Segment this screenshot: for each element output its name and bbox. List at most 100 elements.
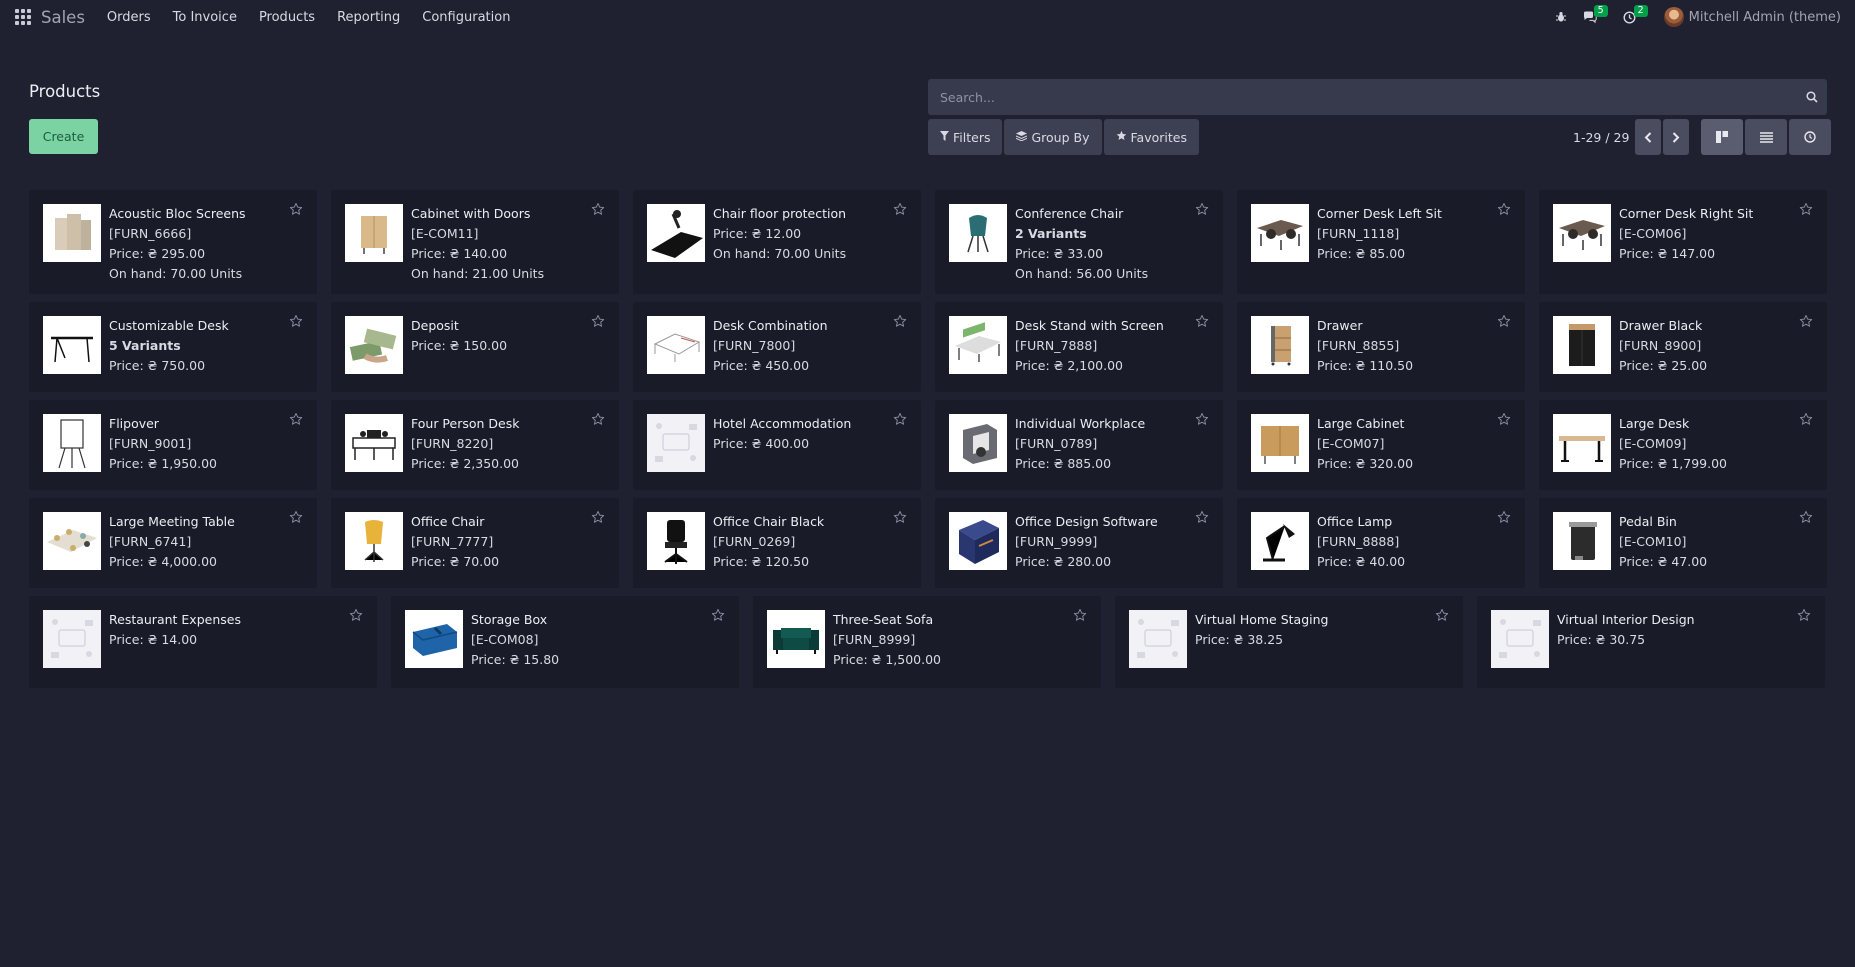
product-card[interactable]: Drawer Black [FURN_8900] Price: ₴ 25.00 [1539, 302, 1827, 392]
app-brand[interactable]: Sales [41, 8, 85, 27]
favorites-button[interactable]: Favorites [1103, 119, 1199, 155]
favorite-star-icon[interactable] [1497, 314, 1511, 331]
product-card[interactable]: Customizable Desk 5 Variants Price: ₴ 750.… [29, 302, 317, 392]
product-card[interactable]: Four Person Desk [FURN_8220] Price: ₴ 2,35… [331, 400, 619, 490]
favorites-label: Favorites [1130, 129, 1187, 145]
activities-clock-icon[interactable]: 2 [1623, 4, 1648, 24]
pager-value[interactable]: 1-29 / 29 [1573, 130, 1629, 145]
favorite-star-icon[interactable] [349, 608, 363, 625]
product-card[interactable]: Corner Desk Right Sit [E-COM06] Price: ₴ 1… [1539, 190, 1827, 294]
product-card[interactable]: Conference Chair 2 Variants Price: ₴ 33.00… [935, 190, 1223, 294]
pager-previous-button[interactable] [1635, 119, 1662, 155]
favorite-star-icon[interactable] [893, 202, 907, 219]
messages-chat-icon[interactable]: 5 [1583, 4, 1608, 24]
favorite-star-icon[interactable] [289, 314, 303, 331]
product-card[interactable]: Hotel Accommodation Price: ₴ 400.00 [633, 400, 921, 490]
create-button[interactable]: Create [29, 119, 98, 154]
favorite-star-icon[interactable] [1799, 412, 1813, 429]
product-card[interactable]: Chair floor protection Price: ₴ 12.00 On h… [633, 190, 921, 294]
product-price: Price: ₴ 4,000.00 [109, 554, 217, 569]
menu-reporting[interactable]: Reporting [337, 10, 400, 25]
group-by-button[interactable]: Group By [1004, 119, 1102, 155]
menu-configuration[interactable]: Configuration [422, 10, 510, 25]
menu-orders[interactable]: Orders [107, 10, 151, 25]
user-menu[interactable]: Mitchell Admin (theme) [1663, 7, 1841, 27]
favorite-star-icon[interactable] [893, 510, 907, 527]
favorite-star-icon[interactable] [1195, 412, 1209, 429]
product-card[interactable]: Office Design Software [FURN_9999] Price: … [935, 498, 1223, 588]
product-info: Conference Chair 2 Variants Price: ₴ 33.00… [1015, 204, 1148, 284]
product-card[interactable]: Restaurant Expenses Price: ₴ 14.00 [29, 596, 377, 688]
pager-next-button[interactable] [1663, 119, 1690, 155]
activity-view-button[interactable] [1789, 119, 1831, 155]
favorite-star-icon[interactable] [1195, 314, 1209, 331]
product-name: Large Cabinet [1317, 416, 1405, 431]
product-card[interactable]: Office Chair Black [FURN_0269] Price: ₴ 12… [633, 498, 921, 588]
favorite-star-icon[interactable] [1799, 314, 1813, 331]
favorite-star-icon[interactable] [711, 608, 725, 625]
product-card[interactable]: Office Lamp [FURN_8888] Price: ₴ 40.00 [1237, 498, 1525, 588]
favorite-star-icon[interactable] [1799, 202, 1813, 219]
debug-bug-icon[interactable] [1555, 11, 1567, 23]
search-box [928, 79, 1827, 115]
favorite-star-icon[interactable] [1497, 202, 1511, 219]
favorite-star-icon[interactable] [1435, 608, 1449, 625]
product-card[interactable]: Storage Box [E-COM08] Price: ₴ 15.80 [391, 596, 739, 688]
search-icon[interactable] [1797, 91, 1827, 103]
product-card[interactable]: Corner Desk Left Sit [FURN_1118] Price: ₴ … [1237, 190, 1525, 294]
product-card[interactable]: Large Cabinet [E-COM07] Price: ₴ 320.00 [1237, 400, 1525, 490]
product-price: Price: ₴ 885.00 [1015, 456, 1112, 471]
favorite-star-icon[interactable] [893, 412, 907, 429]
product-card[interactable]: Virtual Interior Design Price: ₴ 30.75 [1477, 596, 1825, 688]
product-card[interactable]: Desk Combination [FURN_7800] Price: ₴ 450.… [633, 302, 921, 392]
product-reference: [E-COM06] [1619, 226, 1687, 241]
product-name: Cabinet with Doors [411, 206, 531, 221]
product-reference: [E-COM10] [1619, 534, 1687, 549]
product-card[interactable]: Flipover [FURN_9001] Price: ₴ 1,950.00 [29, 400, 317, 490]
product-reference: [E-COM11] [411, 226, 479, 241]
product-card[interactable]: Acoustic Bloc Screens [FURN_6666] Price: ₴… [29, 190, 317, 294]
favorite-star-icon[interactable] [591, 412, 605, 429]
product-card[interactable]: Drawer [FURN_8855] Price: ₴ 110.50 [1237, 302, 1525, 392]
favorite-star-icon[interactable] [289, 202, 303, 219]
office-chair-black-image [647, 512, 705, 570]
product-price: Price: ₴ 25.00 [1619, 358, 1708, 373]
favorite-star-icon[interactable] [591, 314, 605, 331]
bin-image [1553, 512, 1611, 570]
filters-button[interactable]: Filters [928, 119, 1003, 155]
product-card[interactable]: Cabinet with Doors [E-COM11] Price: ₴ 140.… [331, 190, 619, 294]
product-variants: 2 Variants [1015, 226, 1087, 241]
product-card[interactable]: Virtual Home Staging Price: ₴ 38.25 [1115, 596, 1463, 688]
product-card[interactable]: Large Desk [E-COM09] Price: ₴ 1,799.00 [1539, 400, 1827, 490]
favorite-star-icon[interactable] [1195, 510, 1209, 527]
favorite-star-icon[interactable] [289, 412, 303, 429]
favorite-star-icon[interactable] [1073, 608, 1087, 625]
messages-count-badge: 5 [1593, 4, 1608, 17]
favorite-star-icon[interactable] [1497, 412, 1511, 429]
product-card[interactable]: Deposit Price: ₴ 150.00 [331, 302, 619, 392]
kanban-view-button[interactable] [1701, 119, 1743, 155]
favorite-star-icon[interactable] [591, 202, 605, 219]
product-card[interactable]: Large Meeting Table [FURN_6741] Price: ₴ 4… [29, 498, 317, 588]
product-info: Drawer Black [FURN_8900] Price: ₴ 25.00 [1619, 316, 1707, 382]
list-view-button[interactable] [1745, 119, 1787, 155]
product-card[interactable]: Individual Workplace [FURN_0789] Price: ₴ … [935, 400, 1223, 490]
product-info: Virtual Interior Design Price: ₴ 30.75 [1557, 610, 1695, 678]
menu-to-invoice[interactable]: To Invoice [173, 10, 237, 25]
favorite-star-icon[interactable] [1799, 510, 1813, 527]
favorite-star-icon[interactable] [289, 510, 303, 527]
favorite-star-icon[interactable] [893, 314, 907, 331]
app-grid-icon[interactable] [15, 9, 31, 25]
pager: 1-29 / 29 [1573, 119, 1690, 155]
product-card[interactable]: Desk Stand with Screen [FURN_7888] Price: … [935, 302, 1223, 392]
product-card[interactable]: Three-Seat Sofa [FURN_8999] Price: ₴ 1,500… [753, 596, 1101, 688]
favorite-star-icon[interactable] [1195, 202, 1209, 219]
menu-products[interactable]: Products [259, 10, 315, 25]
favorite-star-icon[interactable] [1797, 608, 1811, 625]
product-card[interactable]: Office Chair [FURN_7777] Price: ₴ 70.00 [331, 498, 619, 588]
search-input[interactable] [928, 79, 1797, 115]
product-card[interactable]: Pedal Bin [E-COM10] Price: ₴ 47.00 [1539, 498, 1827, 588]
favorite-star-icon[interactable] [1497, 510, 1511, 527]
large-desk-image [1553, 414, 1611, 472]
favorite-star-icon[interactable] [591, 510, 605, 527]
